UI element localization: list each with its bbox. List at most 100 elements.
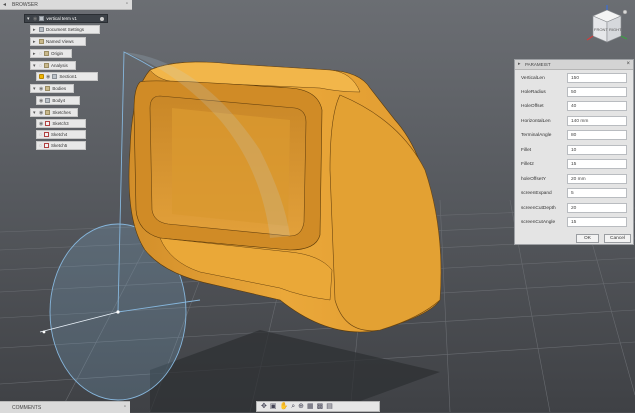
browser-item-label: Analysis: [50, 63, 68, 68]
browser-item-named-views[interactable]: ▸ Named Views: [30, 37, 86, 46]
browser-title: BROWSER: [12, 2, 38, 8]
ok-button[interactable]: OK: [576, 234, 599, 243]
browser-item-label: Body4: [52, 98, 66, 103]
parameter-row: screenCutDepth 20: [517, 201, 631, 215]
parameter-row: HoleRadius 50: [517, 85, 631, 99]
browser-panel: ◂ BROWSER ▫ ▾ ◉ vertical term v1 ▸ Docum…: [0, 0, 132, 152]
folder-icon: [45, 110, 51, 115]
parameter-name: holeOffsetY: [521, 176, 546, 182]
parameter-name: TerminalAngle: [521, 132, 552, 138]
grid-icon[interactable]: ▩: [317, 402, 324, 411]
browser-item-label: Section1: [59, 74, 77, 79]
browser-item-body4[interactable]: ◉ Body4: [36, 96, 80, 105]
browser-item-label: Document Settings: [46, 27, 85, 32]
parameter-name: HoleRadius: [521, 89, 546, 95]
expand-arrow-icon[interactable]: ▸: [33, 39, 37, 45]
collapse-arrow-icon[interactable]: ◂: [3, 1, 6, 8]
parameter-value-input[interactable]: 80: [567, 130, 627, 140]
navigation-toolbar: ✥ ▣ ✋ ⌕ ⊕ ▦ ▩ ▤: [256, 401, 380, 412]
parameter-value-input[interactable]: 10: [567, 145, 627, 155]
browser-item-origin[interactable]: ▸ ◌ Origin: [30, 49, 72, 58]
expand-arrow-icon[interactable]: ▾: [33, 63, 37, 69]
parameter-value-input[interactable]: 140 mm: [567, 116, 627, 126]
parameter-row: TerminalAngle 80: [517, 128, 631, 142]
axis-y-line: [620, 35, 628, 40]
orbit-icon[interactable]: ✥: [261, 402, 267, 411]
parameter-row: screenCutAngle 15: [517, 215, 631, 229]
parameter-name: screenCutDepth: [521, 205, 556, 211]
parameters-dialog-header[interactable]: ▸ PARAMEIST ×: [515, 60, 633, 70]
comments-panel[interactable]: COMMENTS ▫: [0, 401, 130, 413]
browser-item-root[interactable]: ▾ ◉ vertical term v1: [24, 14, 108, 23]
viewport-icon[interactable]: ▤: [326, 402, 333, 411]
close-icon[interactable]: ×: [626, 61, 630, 67]
radio-icon[interactable]: [100, 16, 104, 21]
parameter-name: VerticalLen: [521, 75, 545, 81]
parameter-row: screenExpand 5: [517, 186, 631, 200]
parameter-value-input[interactable]: 150: [567, 73, 627, 83]
folder-icon: [43, 63, 49, 68]
eye-icon[interactable]: ◉: [39, 98, 43, 104]
folder-icon: [45, 86, 51, 91]
browser-item-document-settings[interactable]: ▸ Document Settings: [30, 25, 100, 34]
browser-item-label: Sketches: [52, 110, 71, 115]
eye-icon[interactable]: ◌: [39, 51, 42, 57]
expand-arrow-icon[interactable]: ▸: [33, 27, 37, 33]
browser-item-sketch4[interactable]: ◌ Sketch4: [36, 130, 86, 139]
parameter-row: HoleOffset 40: [517, 99, 631, 113]
expand-arrow-icon[interactable]: ▾: [27, 16, 31, 22]
parameter-name: screenCutAngle: [521, 219, 556, 225]
parameter-row: Fillet 10: [517, 143, 631, 157]
viewcube[interactable]: FRONT RIGHT: [581, 4, 631, 52]
eye-icon[interactable]: ◉: [39, 86, 43, 92]
expand-arrow-icon[interactable]: ▸: [33, 51, 37, 57]
parameter-name: Fillet2: [521, 161, 534, 167]
browser-item-analysis[interactable]: ▾ ◌ Analysis: [30, 61, 76, 70]
browser-item-section1[interactable]: ◉ Section1: [36, 72, 98, 81]
parameter-row: HorizontalLen 140 mm: [517, 114, 631, 128]
sketch-icon: [43, 143, 49, 148]
parameter-value-input[interactable]: 20 mm: [567, 174, 627, 184]
warning-icon: [39, 74, 44, 79]
browser-header[interactable]: ◂ BROWSER ▫: [0, 0, 132, 10]
viewcube-right-label: RIGHT: [609, 27, 622, 32]
parameter-row: holeOffsetY 20 mm: [517, 172, 631, 186]
parameter-value-input[interactable]: 40: [567, 101, 627, 111]
expand-icon[interactable]: ▫: [124, 404, 126, 410]
pin-icon[interactable]: ▫: [126, 1, 128, 7]
eye-icon[interactable]: ◌: [39, 143, 42, 149]
parameter-value-input[interactable]: 20: [567, 203, 627, 213]
folder-icon: [43, 51, 49, 56]
look-at-icon[interactable]: ▣: [270, 402, 277, 411]
eye-icon[interactable]: ◉: [39, 110, 43, 116]
cancel-button[interactable]: Cancel: [604, 234, 631, 243]
eye-icon[interactable]: ◌: [39, 63, 42, 69]
browser-item-sketches[interactable]: ▾ ◉ Sketches: [30, 108, 78, 117]
parameter-value-input[interactable]: 15: [567, 159, 627, 169]
browser-item-label: Sketch5: [50, 143, 68, 148]
comments-title: COMMENTS: [12, 405, 42, 411]
parameters-dialog: ▸ PARAMEIST × VerticalLen 150 HoleRadius…: [514, 59, 634, 245]
eye-icon[interactable]: ◌: [39, 132, 42, 138]
display-icon[interactable]: ▦: [307, 402, 314, 411]
browser-item-sketch3[interactable]: ◉ Sketch3: [36, 119, 86, 128]
parameter-value-input[interactable]: 15: [567, 217, 627, 227]
home-view-icon[interactable]: [622, 9, 628, 15]
parameters-dialog-title: PARAMEIST: [525, 62, 551, 67]
expand-arrow-icon[interactable]: ▾: [33, 86, 37, 92]
parameter-value-input[interactable]: 50: [567, 87, 627, 97]
sketch-icon: [45, 121, 51, 126]
section-analysis-icon: [52, 74, 58, 79]
parameter-row: Fillet2 15: [517, 157, 631, 171]
expand-arrow-icon[interactable]: ▾: [33, 110, 37, 116]
browser-item-bodies[interactable]: ▾ ◉ Bodies: [30, 84, 74, 93]
browser-item-sketch5[interactable]: ◌ Sketch5: [36, 141, 86, 150]
pan-icon[interactable]: ✋: [280, 402, 289, 411]
eye-icon[interactable]: ◉: [33, 16, 37, 22]
viewcube-front-label: FRONT: [594, 27, 608, 32]
parameter-value-input[interactable]: 5: [567, 188, 627, 198]
fit-icon[interactable]: ⊕: [298, 402, 304, 411]
eye-icon[interactable]: ◉: [39, 121, 43, 127]
zoom-icon[interactable]: ⌕: [291, 402, 295, 411]
eye-icon[interactable]: ◉: [46, 74, 50, 80]
